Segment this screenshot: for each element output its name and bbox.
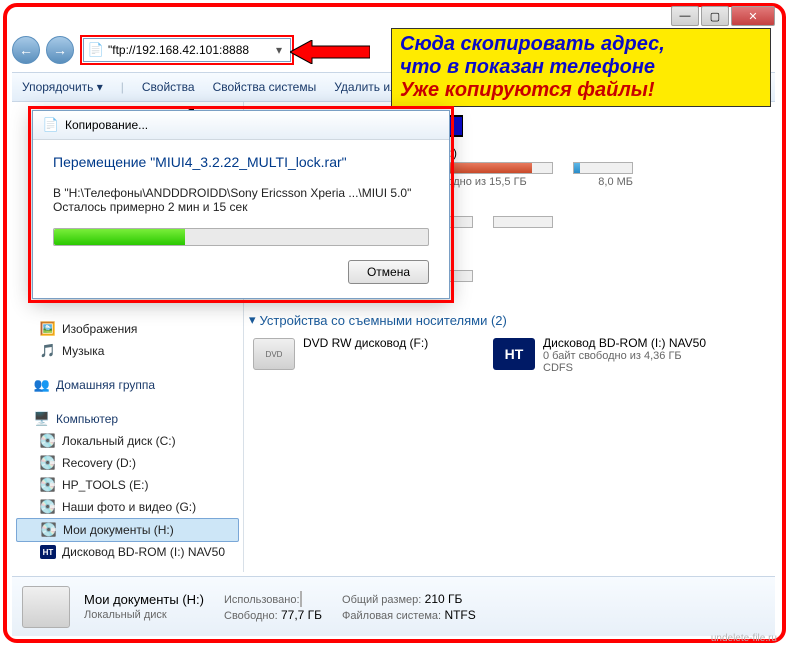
cancel-button[interactable]: Отмена (348, 260, 429, 284)
sidebar-music[interactable]: 🎵Музыка (12, 340, 243, 362)
dialog-title-bar[interactable]: 📄 Копирование... (33, 111, 449, 140)
disk-icon: 💽 (40, 499, 56, 515)
usage-bar (300, 591, 302, 607)
drive-item[interactable] (493, 200, 553, 242)
sidebar-drive[interactable]: 💽HP_TOOLS (E:) (12, 474, 243, 496)
sidebar-homegroup[interactable]: 👥Домашняя группа (12, 374, 243, 396)
address-dropdown-icon[interactable]: ▾ (272, 43, 286, 57)
address-bar[interactable]: 📄 ▾ (83, 38, 291, 62)
sidebar-computer[interactable]: 🖥️Компьютер (12, 408, 243, 430)
sidebar-drive-selected[interactable]: 💽Мои документы (H:) (16, 518, 239, 542)
copy-time-remaining: Осталось примерно 2 мин и 15 сек (53, 200, 429, 214)
expand-icon: ▾ (249, 312, 256, 328)
system-properties-button[interactable]: Свойства системы (213, 80, 317, 94)
maximize-button[interactable]: ▢ (701, 6, 729, 26)
drive-item[interactable]: HT Дисковод BD-ROM (I:) NAV50 0 байт сво… (493, 336, 713, 374)
sidebar-drive[interactable]: 💽Recovery (D:) (12, 452, 243, 474)
properties-button[interactable]: Свойства (142, 80, 195, 94)
back-button[interactable]: ← (12, 36, 40, 64)
dvd-icon: DVD (253, 338, 295, 370)
bdrom-icon: HT (40, 545, 56, 559)
removable-header[interactable]: ▾Устройства со съемными носителями (2) (245, 306, 775, 332)
copy-heading: Перемещение "MIUI4_3.2.22_MULTI_lock.rar… (53, 154, 429, 170)
music-icon: 🎵 (40, 343, 56, 359)
address-highlight: 📄 ▾ (80, 35, 294, 65)
nav50-icon: HT (493, 338, 535, 370)
address-input[interactable] (108, 43, 268, 57)
disk-icon: 💽 (41, 522, 57, 538)
organize-menu[interactable]: Упорядочить ▾ (22, 80, 103, 94)
drive-item[interactable]: 8,0 МБ (573, 146, 633, 188)
annotation-callout: Сюда скопировать адрес, что в показан те… (391, 28, 771, 107)
watermark: undelete-file.ru (711, 633, 777, 644)
window-controls: — ▢ ✕ (671, 6, 775, 26)
copy-progress-bar (53, 228, 429, 246)
homegroup-icon: 👥 (34, 377, 50, 393)
disk-icon: 💽 (40, 455, 56, 471)
minimize-button[interactable]: — (671, 6, 699, 26)
disk-icon: 💽 (40, 477, 56, 493)
images-icon: 🖼️ (40, 321, 56, 337)
sidebar-drive[interactable]: HTДисковод BD-ROM (I:) NAV50 (12, 542, 243, 562)
copy-destination: В "H:\Телефоны\ANDDDROIDD\Sony Ericsson … (53, 186, 429, 200)
folder-icon: 📄 (88, 42, 104, 58)
sidebar-drive[interactable]: 💽Наши фото и видео (G:) (12, 496, 243, 518)
details-pane: Мои документы (H:) Локальный диск Исполь… (12, 576, 775, 636)
drive-item[interactable]: DVD DVD RW дисковод (F:) (253, 336, 473, 374)
close-button[interactable]: ✕ (731, 6, 775, 26)
drive-icon-large (22, 586, 70, 628)
removable-panel: DVD DVD RW дисковод (F:) HT Дисковод BD-… (245, 332, 775, 384)
copy-icon: 📄 (43, 117, 59, 133)
sidebar-images[interactable]: 🖼️Изображения (12, 318, 243, 340)
disk-icon: 💽 (40, 433, 56, 449)
forward-button[interactable]: → (46, 36, 74, 64)
copy-dialog: 📄 Копирование... Перемещение "MIUI4_3.2.… (32, 110, 450, 299)
red-arrow-annotation (290, 40, 370, 64)
computer-icon: 🖥️ (34, 411, 50, 427)
footer-title: Мои документы (H:) (84, 592, 204, 607)
sidebar-drive[interactable]: 💽Локальный диск (C:) (12, 430, 243, 452)
